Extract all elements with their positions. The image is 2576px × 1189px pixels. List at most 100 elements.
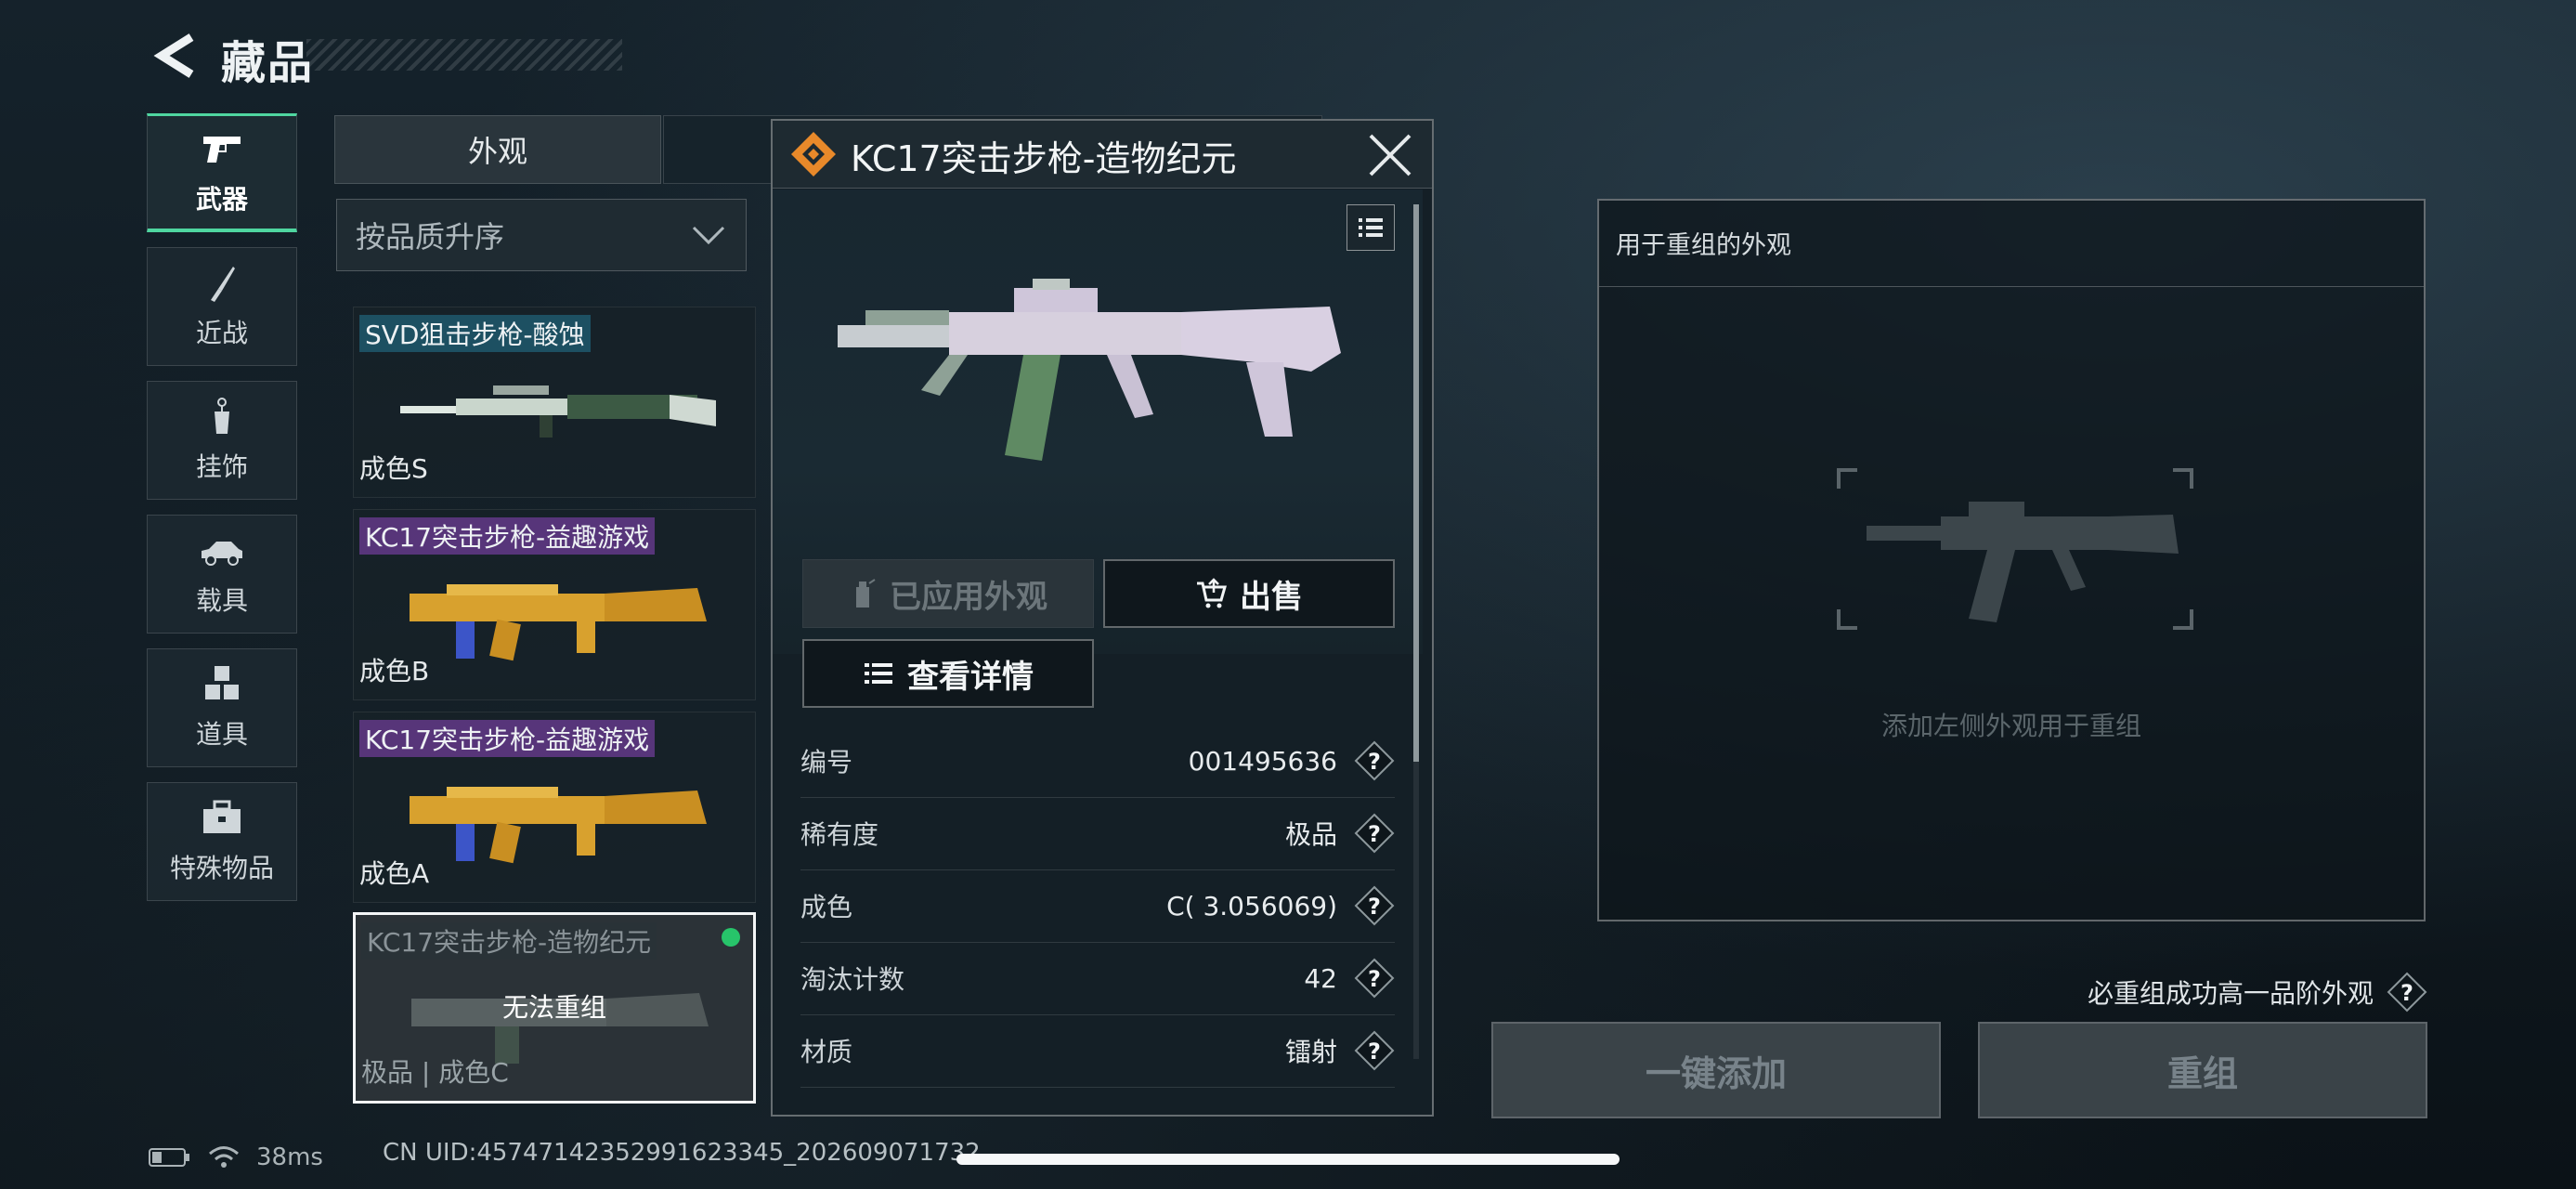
applied-appearance-button: 已应用外观: [802, 559, 1094, 628]
help-button[interactable]: ?: [1354, 813, 1395, 854]
home-indicator[interactable]: [956, 1154, 1620, 1165]
attribute-row-serial: 编号 001495636 ?: [800, 725, 1395, 798]
help-icon: ?: [1354, 813, 1395, 854]
nav-item-vehicles[interactable]: 载具: [147, 515, 297, 634]
sort-dropdown[interactable]: 按品质升序: [336, 199, 747, 271]
charm-icon: [215, 398, 229, 434]
sell-cart-icon: [1197, 578, 1227, 608]
title-decoration: [306, 39, 622, 71]
nav-item-charms[interactable]: 挂饰: [147, 381, 297, 500]
list-icon: [865, 663, 892, 684]
remake-guarantee-label: 必重组成功高一品阶外观: [2087, 978, 2374, 1009]
attribute-label: 成色: [800, 892, 853, 922]
help-button[interactable]: ?: [1354, 885, 1395, 926]
one-key-add-label: 一键添加: [1645, 1052, 1787, 1094]
ping-value: 38ms: [256, 1143, 323, 1171]
close-button[interactable]: [1365, 130, 1415, 180]
player-uid: CN UID:45747142352991623345_202609071732: [383, 1139, 981, 1167]
cubes-icon: [205, 666, 239, 699]
attribute-row-material: 材质 镭射 ?: [800, 1014, 1395, 1088]
nav-label-melee: 近战: [195, 318, 248, 348]
view-details-button[interactable]: 查看详情: [802, 639, 1094, 708]
remake-slot-panel[interactable]: 用于重组的外观 添加左侧外观用于重组: [1597, 199, 2426, 921]
svg-text:?: ?: [1368, 821, 1381, 847]
svg-text:?: ?: [2400, 980, 2413, 1006]
nav-item-weapons[interactable]: 武器: [147, 113, 297, 232]
spray-can-icon: [856, 579, 876, 608]
view-details-label: 查看详情: [907, 658, 1034, 696]
svg-text:?: ?: [1368, 894, 1381, 920]
skin-name: KC17突击步枪-益趣游戏: [359, 517, 656, 555]
nav-label-weapons: 武器: [195, 183, 248, 215]
help-icon: ?: [1354, 885, 1395, 926]
cannot-remake-label: 无法重组: [501, 992, 606, 1023]
nav-label-vehicles: 载具: [195, 585, 248, 616]
attribute-label: 稀有度: [800, 819, 879, 850]
skin-card-kc17-yiqu-b[interactable]: KC17突击步枪-益趣游戏 成色B: [353, 509, 756, 700]
help-button[interactable]: ?: [2387, 972, 2427, 1013]
skin-card-kc17-zaowu[interactable]: KC17突击步枪-造物纪元 无法重组 极品 | 成色C: [353, 912, 756, 1104]
nav-label-charms: 挂饰: [195, 451, 248, 482]
attribute-value: 镭射: [1284, 1037, 1337, 1067]
skin-grade: 成色S: [359, 453, 428, 484]
applied-appearance-label: 已应用外观: [890, 578, 1047, 616]
attribute-value: C( 3.056069): [1166, 890, 1337, 921]
help-icon: ?: [1354, 958, 1395, 999]
tab-appearance-label: 外观: [467, 134, 527, 169]
tab-appearance[interactable]: 外观: [334, 115, 661, 184]
list-icon: [1359, 218, 1383, 237]
help-button[interactable]: ?: [1354, 958, 1395, 999]
nav-label-items: 道具: [195, 719, 248, 750]
help-icon: ?: [1354, 1030, 1395, 1071]
skin-name: KC17突击步枪-益趣游戏: [359, 720, 656, 757]
assault-rifle-image: [410, 787, 707, 864]
remake-label: 重组: [2166, 1052, 2238, 1094]
nav-item-melee[interactable]: 近战: [147, 247, 297, 366]
close-icon: [1369, 134, 1412, 176]
attribute-value: 42: [1304, 962, 1337, 994]
detail-title: KC17突击步枪-造物纪元: [851, 138, 1237, 179]
attribute-label: 材质: [800, 1037, 853, 1067]
nav-label-special: 特殊物品: [169, 853, 274, 883]
remake-button[interactable]: 重组: [1978, 1022, 2427, 1118]
help-icon: ?: [2387, 972, 2427, 1013]
list-view-button[interactable]: [1347, 204, 1395, 251]
skin-name: SVD狙击步枪-酸蚀: [359, 315, 591, 352]
sell-label: 出售: [1240, 578, 1303, 616]
skin-grade: 极品 | 成色C: [361, 1057, 509, 1088]
battery-icon: [149, 1148, 189, 1167]
skin-grade: 成色A: [359, 858, 430, 889]
svg-text:?: ?: [1368, 966, 1381, 992]
skin-grade: 成色B: [359, 656, 430, 686]
attribute-value: 极品: [1284, 819, 1337, 850]
skin-card-kc17-yiqu-a[interactable]: KC17突击步枪-益趣游戏 成色A: [353, 712, 756, 903]
equipped-status-dot: [722, 928, 740, 947]
attribute-value: 001495636: [1188, 745, 1337, 777]
nav-item-items[interactable]: 道具: [147, 648, 297, 767]
svg-text:?: ?: [1368, 1039, 1381, 1065]
chevron-down-icon: [692, 226, 725, 245]
attribute-label: 编号: [800, 747, 853, 777]
back-button[interactable]: [149, 28, 204, 84]
attribute-row-rarity: 稀有度 极品 ?: [800, 797, 1395, 870]
status-bar: 38ms: [149, 1139, 323, 1176]
remake-hint: 添加左侧外观用于重组: [1880, 711, 2141, 741]
sniper-rifle-image: [400, 385, 716, 438]
one-key-add-button[interactable]: 一键添加: [1491, 1022, 1941, 1118]
sell-button[interactable]: 出售: [1103, 559, 1395, 628]
page-title: 藏品: [221, 37, 315, 89]
help-icon: ?: [1354, 740, 1395, 781]
help-button[interactable]: ?: [1354, 1030, 1395, 1071]
skin-name: KC17突击步枪-造物纪元: [361, 922, 657, 960]
back-arrow-icon: [153, 33, 194, 78]
attribute-row-wear: 成色 C( 3.056069) ?: [800, 869, 1395, 943]
help-button[interactable]: ?: [1354, 740, 1395, 781]
remake-panel-title: 用于重组的外观: [1616, 231, 1791, 260]
empty-slot-rifle-icon: [1837, 468, 2193, 630]
knife-icon: [211, 267, 235, 302]
nav-item-special[interactable]: 特殊物品: [147, 782, 297, 901]
remake-guarantee-note: 必重组成功高一品阶外观 ?: [2088, 972, 2427, 1013]
skin-card-svd[interactable]: SVD狙击步枪-酸蚀 成色S: [353, 307, 756, 498]
scrollbar-thumb[interactable]: [1413, 204, 1419, 762]
assault-rifle-image: [410, 584, 707, 661]
